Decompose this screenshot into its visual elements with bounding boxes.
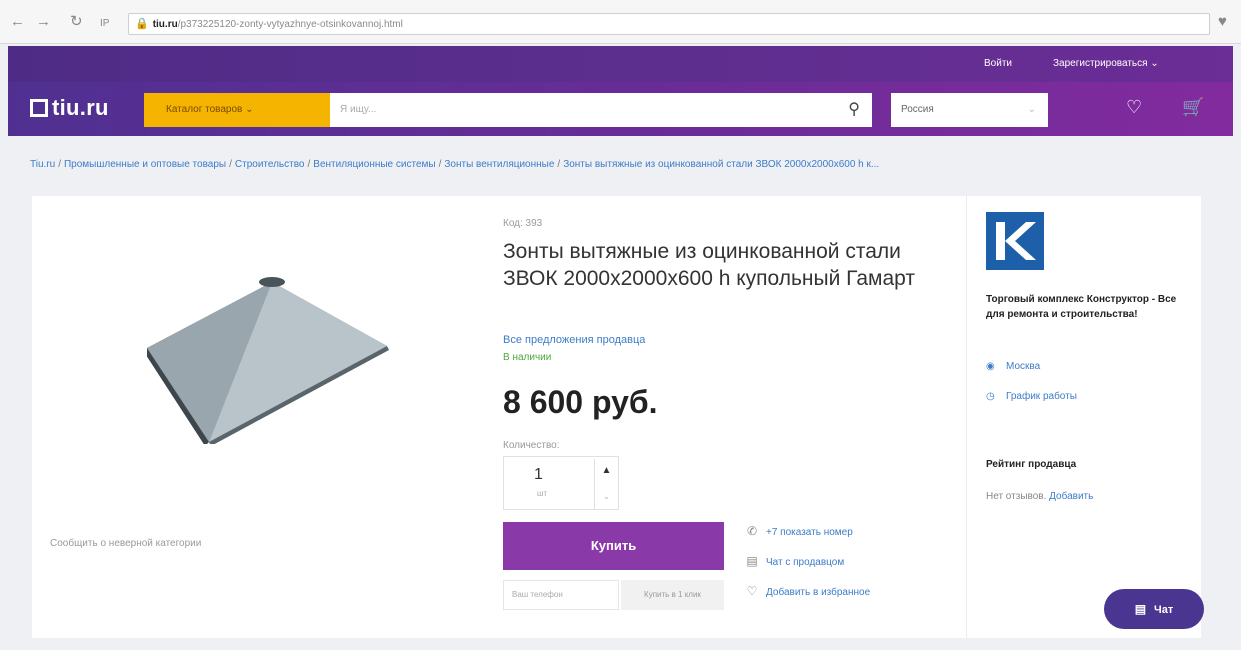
schedule-label: График работы: [1006, 391, 1077, 402]
seller-city-link[interactable]: ◉ Москва: [986, 361, 1040, 372]
seller-panel: Торговый комплекс Конструктор - Все для …: [966, 196, 1201, 638]
lock-icon: 🔒: [135, 18, 149, 30]
url-host: tiu.ru: [152, 19, 178, 30]
clock-icon: ◷: [986, 391, 995, 402]
schedule-link[interactable]: ◷ График работы: [986, 391, 1077, 402]
chevron-down-icon: ⌄: [1150, 58, 1159, 69]
breadcrumb-item[interactable]: Зонты вытяжные из оцинкованной стали ЗВО…: [563, 159, 879, 170]
header-top-bar: Войти Зарегистрироваться ⌄: [8, 46, 1233, 82]
logo-text: tiu.ru: [52, 95, 109, 120]
chat-label: Чат: [1154, 604, 1174, 616]
chevron-down-icon: ⌄: [1027, 104, 1036, 115]
chat-button[interactable]: ▤ Чат: [1104, 589, 1204, 629]
decrement-icon[interactable]: ⌄: [594, 483, 618, 509]
register-label: Зарегистрироваться: [1053, 58, 1148, 69]
heart-icon[interactable]: ♡: [1126, 97, 1142, 118]
add-to-favorites-label: Добавить в избранное: [766, 587, 871, 598]
forward-icon[interactable]: →: [36, 14, 51, 30]
product-image[interactable]: [147, 274, 392, 444]
one-click-buy-button[interactable]: Купить в 1 клик: [621, 580, 724, 610]
search-input[interactable]: Я ищу... ⚲: [330, 93, 872, 127]
breadcrumb-item[interactable]: Промышленные и оптовые товары: [64, 159, 226, 170]
heart-icon: ♡: [746, 584, 758, 598]
add-to-favorites-link[interactable]: ♡ Добавить в избранное: [744, 584, 871, 598]
location-pin-icon: ◉: [986, 361, 995, 372]
address-bar[interactable]: 🔒 tiu.ru/p373225120-zonty-vytyazhnye-otsi…: [128, 13, 1210, 35]
chevron-down-icon: ⌄: [245, 104, 254, 115]
breadcrumb-item[interactable]: Tiu.ru: [30, 159, 55, 170]
seller-logo[interactable]: [986, 212, 1044, 270]
register-link[interactable]: Зарегистрироваться ⌄: [1053, 58, 1159, 69]
phone-field[interactable]: Ваш телефон: [503, 580, 619, 610]
breadcrumb-item[interactable]: Вентиляционные системы: [313, 159, 435, 170]
site-logo[interactable]: tiu.ru: [30, 95, 109, 121]
back-icon[interactable]: ←: [10, 14, 25, 30]
show-phone-label: +7 показать номер: [766, 527, 853, 538]
region-value: Россия: [901, 104, 934, 115]
rating-text: Нет отзывов. Добавить: [986, 491, 1093, 502]
browser-toolbar: ← → ↻ IP 🔒 tiu.ru/p373225120-zonty-vytyaz…: [0, 0, 1241, 44]
no-reviews-text: Нет отзывов.: [986, 491, 1047, 502]
chat-with-seller-label: Чат с продавцом: [766, 557, 845, 568]
region-select[interactable]: Россия ⌄: [891, 93, 1048, 127]
chat-icon: ▤: [1134, 602, 1147, 616]
breadcrumb-item[interactable]: Строительство: [235, 159, 305, 170]
catalog-label: Каталог товаров: [166, 104, 243, 115]
ip-icon[interactable]: IP: [100, 16, 109, 32]
chat-with-seller-link[interactable]: ▤ Чат с продавцом: [744, 554, 844, 568]
logo-box-icon: [30, 99, 48, 117]
phone-icon: ✆: [746, 524, 758, 538]
phone-placeholder: Ваш телефон: [512, 590, 563, 599]
seller-name[interactable]: Торговый комплекс Конструктор - Все для …: [986, 292, 1186, 322]
availability-status: В наличии: [503, 352, 552, 363]
product-panel: Сообщить о неверной категории Код: 393 З…: [32, 196, 966, 638]
seller-offers-link[interactable]: Все предложения продавца: [503, 334, 645, 346]
increment-icon[interactable]: ▲: [594, 459, 618, 483]
catalog-button[interactable]: Каталог товаров ⌄: [144, 93, 338, 127]
product-price: 8 600 руб.: [503, 384, 658, 420]
reload-icon[interactable]: ↻: [70, 14, 83, 30]
show-phone-link[interactable]: ✆ +7 показать номер: [744, 524, 853, 538]
product-title: Зонты вытяжные из оцинкованной стали ЗВО…: [503, 240, 916, 290]
quantity-stepper: 1 шт ▲ ⌄: [503, 456, 619, 510]
breadcrumb: Tiu.ru / Промышленные и оптовые товары / Стр…: [30, 159, 880, 170]
add-review-link[interactable]: Добавить: [1049, 491, 1093, 502]
quantity-unit: шт: [537, 489, 548, 498]
product-code: Код: 393: [503, 218, 543, 229]
seller-city: Москва: [1006, 361, 1041, 372]
search-icon[interactable]: ⚲: [848, 93, 860, 127]
quantity-label: Количество:: [503, 440, 560, 451]
quantity-input[interactable]: 1: [534, 466, 543, 484]
url-path: /p373225120-zonty-vytyazhnye-otsinkovann…: [177, 19, 403, 30]
header-main-bar: tiu.ru Каталог товаров ⌄ Я ищу... ⚲ Росс…: [8, 82, 1233, 136]
buy-button[interactable]: Купить: [503, 522, 724, 570]
rating-title: Рейтинг продавца: [986, 459, 1077, 470]
login-link[interactable]: Войти: [984, 58, 1012, 69]
search-placeholder: Я ищу...: [340, 104, 377, 115]
cart-icon[interactable]: 🛒: [1182, 97, 1204, 118]
chat-icon: ▤: [746, 554, 758, 568]
heart-icon[interactable]: ♥: [1218, 13, 1227, 30]
report-category-link[interactable]: Сообщить о неверной категории: [50, 538, 201, 549]
breadcrumb-item[interactable]: Зонты вентиляционные: [444, 159, 554, 170]
